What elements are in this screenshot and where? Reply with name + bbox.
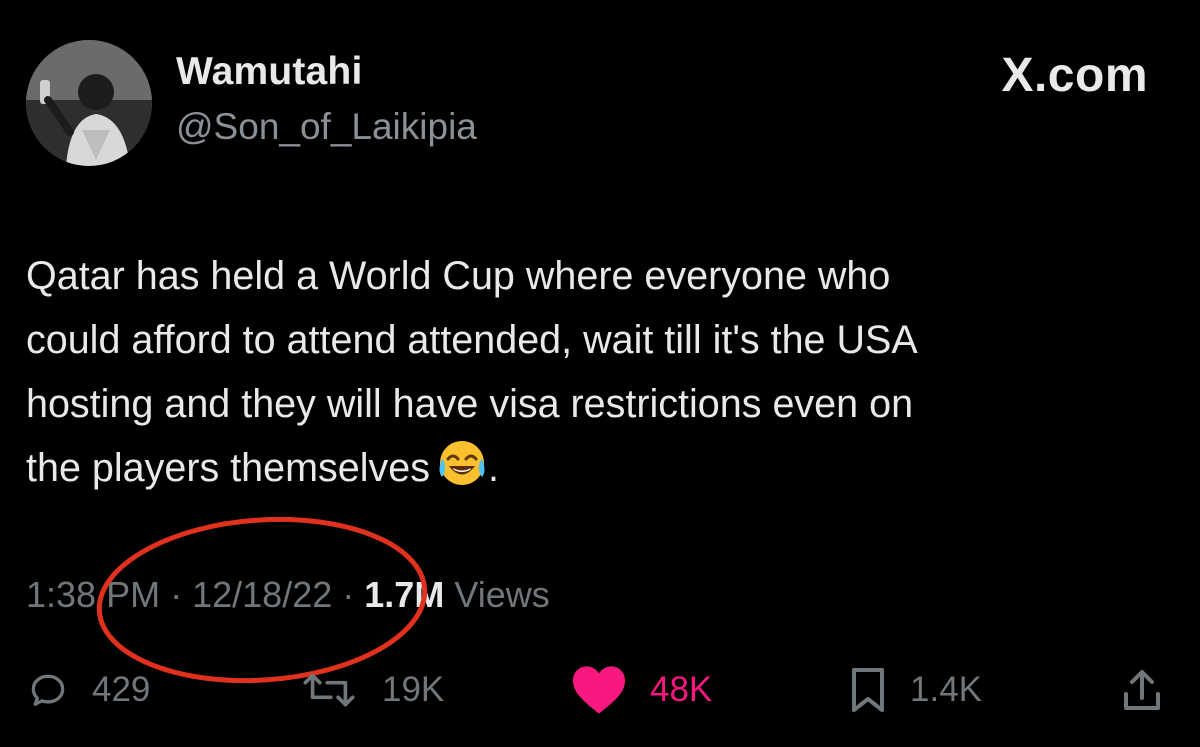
meta-separator: · [342,574,355,615]
like-button[interactable]: 48K [570,660,712,720]
like-count: 48K [650,670,713,709]
reply-icon [26,668,70,712]
share-icon [1120,666,1164,714]
share-button[interactable] [1120,660,1164,720]
display-name[interactable]: Wamutahi [176,50,363,94]
user-handle[interactable]: @Son_of_Laikipia [176,106,477,148]
reply-button[interactable]: 429 [26,660,150,720]
tweet-text: Qatar has held a World Cup where everyon… [26,244,1186,508]
avatar[interactable] [26,40,152,166]
tweet-card: Wamutahi @Son_of_Laikipia X.com Qatar ha… [0,0,1200,747]
tweet-text-trailing: . [487,446,499,490]
reply-count: 429 [92,670,151,709]
bookmark-count: 1.4K [910,670,982,709]
tweet-time[interactable]: 1:38 PM [26,574,160,615]
heart-icon [570,664,628,716]
meta-separator: · [170,574,183,615]
repost-icon [298,668,360,712]
repost-count: 19K [382,670,445,709]
tweet-date[interactable]: 12/18/22 [192,574,332,615]
tweet-meta: 1:38 PM · 12/18/22 · 1.7M Views [26,574,550,616]
views-count[interactable]: 1.7M [364,574,444,615]
bookmark-icon [848,666,888,714]
bookmark-button[interactable]: 1.4K [848,660,982,720]
brand-logo: X.com [1001,49,1148,102]
laughing-emoji-icon [436,437,488,508]
avatar-photo [26,40,152,166]
repost-button[interactable]: 19K [298,660,444,720]
views-label: Views [454,574,550,615]
action-bar: 429 19K 48K 1.4K [0,660,1200,720]
